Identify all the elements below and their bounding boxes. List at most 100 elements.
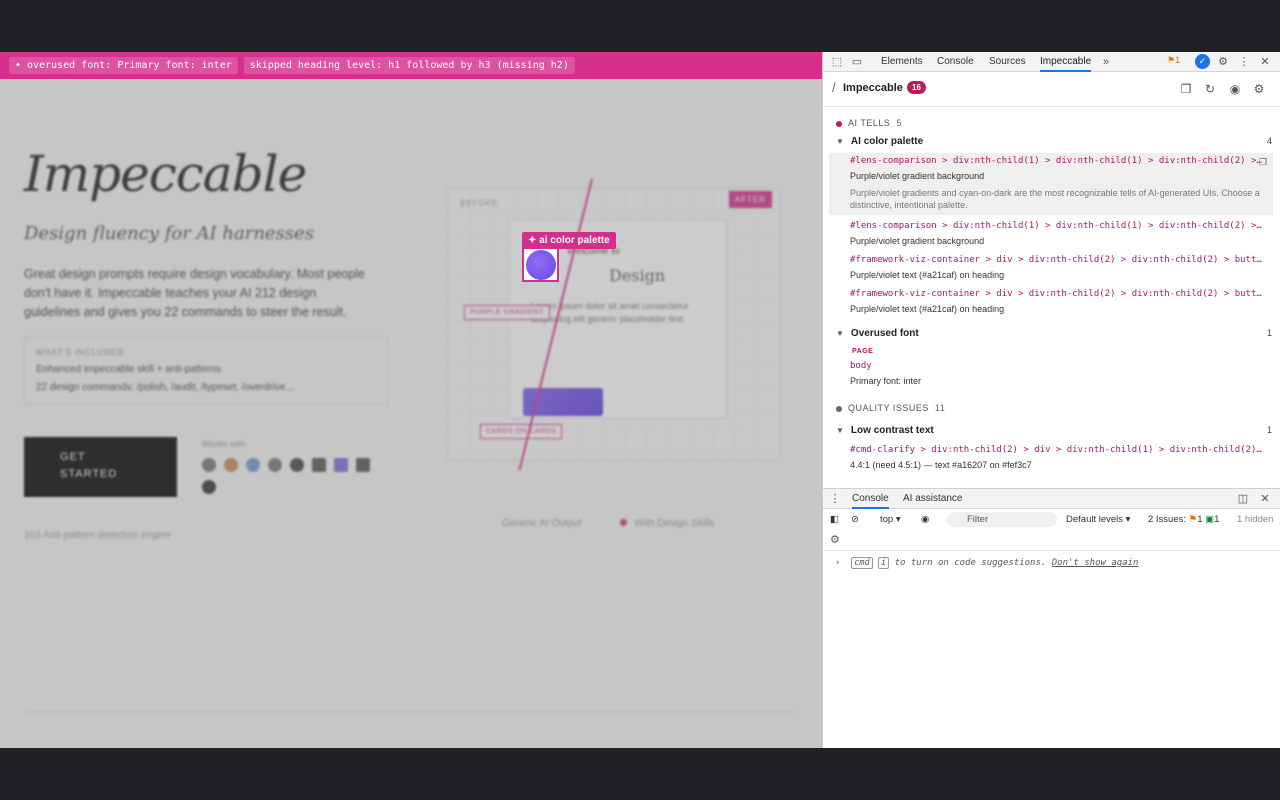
- eye-icon[interactable]: ◉: [921, 514, 929, 525]
- group-count: 4: [1266, 136, 1272, 146]
- impeccable-header: / Impeccable 16 ❐ ↻ ◉ ⚙: [823, 72, 1280, 107]
- inspected-page: • overused font: Primary font: inter ski…: [0, 52, 822, 748]
- close-icon[interactable]: ✕: [1259, 56, 1271, 68]
- finding-item[interactable]: #framework-viz-container > div > div:nth…: [829, 286, 1273, 318]
- page-scope-label: PAGE: [852, 348, 874, 355]
- section-ai-tells: AI TELLS 5: [836, 118, 902, 128]
- finding-message: Purple/violet gradient background: [850, 171, 985, 181]
- group-label: Overused font: [850, 328, 919, 339]
- devtools-tabbar: ⬚ ▭ Elements Console Sources Impeccable …: [823, 52, 1280, 72]
- inspect-element-icon[interactable]: ⬚: [831, 56, 843, 68]
- filter-input[interactable]: Filter: [947, 512, 1057, 527]
- finding-message: Purple/violet gradient background: [850, 236, 985, 246]
- finding-selector[interactable]: #framework-viz-container > div > div:nth…: [850, 255, 1264, 265]
- issues-info-count: 1: [1214, 514, 1220, 525]
- context-value: top: [880, 514, 894, 525]
- dim-overlay: [0, 79, 822, 748]
- section-label: QUALITY ISSUES: [848, 403, 929, 413]
- device-toolbar-icon[interactable]: ▭: [851, 56, 863, 68]
- finding-note: Purple/violet gradients and cyan-on-dark…: [850, 188, 1260, 210]
- group-overused-font[interactable]: ▼ Overused font 1: [836, 328, 1272, 339]
- issues-label: 2 Issues:: [1148, 514, 1187, 525]
- banner-chip-font[interactable]: • overused font: Primary font: inter: [9, 57, 238, 74]
- finding-message: Primary font: inter: [850, 376, 922, 386]
- refresh-icon[interactable]: ↻: [1203, 82, 1217, 96]
- finding-item[interactable]: #framework-viz-container > div > div:nth…: [829, 252, 1273, 284]
- clear-console-icon[interactable]: ⊘: [851, 514, 859, 525]
- chevron-right-icon: ›: [835, 558, 841, 568]
- section-label: AI TELLS: [848, 118, 891, 128]
- suggestion-text: to turn on code suggestions.: [889, 558, 1052, 568]
- tab-elements[interactable]: Elements: [881, 52, 923, 72]
- collapse-triangle-icon[interactable]: ▼: [836, 329, 844, 338]
- purple-gradient-swatch: [525, 249, 556, 280]
- banner-chip-heading[interactable]: skipped heading level: h1 followed by h3…: [243, 57, 575, 74]
- finding-item[interactable]: #lens-comparison > div:nth-child(1) > di…: [829, 218, 1273, 250]
- group-label: Low contrast text: [850, 425, 934, 436]
- code-suggestion-hint: › cmd i to turn on code suggestions. Don…: [823, 550, 1280, 570]
- issues-warn-count: 1: [1197, 514, 1203, 525]
- tab-impeccable[interactable]: Impeccable: [1040, 52, 1092, 72]
- finding-selector[interactable]: body: [850, 361, 1264, 371]
- group-count: 1: [1266, 425, 1272, 435]
- eye-icon[interactable]: ◉: [1228, 82, 1242, 96]
- finding-item[interactable]: #lens-comparison > div:nth-child(1) > di…: [829, 153, 1273, 215]
- console-drawer: ⋮ Console AI assistance ◫ ✕ ◧ ⊘ top ▾ ◉ …: [823, 488, 1280, 748]
- finding-message: Purple/violet text (#a21caf) on heading: [850, 270, 1005, 280]
- copy-icon[interactable]: ❐: [1259, 157, 1267, 168]
- more-options-icon[interactable]: ⋮: [829, 493, 841, 505]
- kbd-i: i: [878, 557, 890, 569]
- close-icon[interactable]: ✕: [1259, 493, 1271, 505]
- warn-flag-icon: ⚑: [1188, 514, 1198, 525]
- copy-icon[interactable]: ❐: [1179, 82, 1193, 96]
- tab-sources[interactable]: Sources: [989, 52, 1026, 72]
- finding-item[interactable]: #cmd-clarify > div:nth-child(2) > div > …: [829, 442, 1273, 474]
- impeccable-title: Impeccable: [843, 82, 903, 94]
- ai-assist-badge[interactable]: ✓: [1195, 54, 1210, 69]
- group-ai-color-palette[interactable]: ▼ AI color palette 4: [836, 136, 1272, 147]
- section-count: 11: [934, 403, 946, 413]
- tab-console-drawer[interactable]: Console: [852, 489, 889, 509]
- drawer-tabbar: ⋮ Console AI assistance ◫ ✕: [823, 489, 1280, 509]
- findings-panel: AI TELLS 5 ▼ AI color palette 4 #lens-comp…: [823, 108, 1280, 488]
- dock-icon[interactable]: ◫: [1237, 493, 1249, 505]
- finding-selector[interactable]: #lens-comparison > div:nth-child(1) > di…: [850, 156, 1264, 166]
- tab-console[interactable]: Console: [937, 52, 974, 72]
- section-count: 5: [896, 118, 902, 128]
- more-options-icon[interactable]: ⋮: [1238, 56, 1250, 68]
- section-dot: [836, 120, 842, 127]
- tab-ai-assistance[interactable]: AI assistance: [903, 489, 962, 509]
- context-select[interactable]: top ▾: [880, 514, 901, 525]
- issues-counter[interactable]: 2 Issues: ⚑1 ▣1: [1148, 514, 1219, 525]
- console-toolbar: ◧ ⊘ top ▾ ◉ Filter Default levels ▾ 2 Is…: [823, 509, 1280, 529]
- finding-message: Purple/violet text (#a21caf) on heading: [850, 304, 1005, 314]
- issue-total-badge: 16: [907, 81, 926, 94]
- group-label: AI color palette: [850, 136, 924, 147]
- log-levels-select[interactable]: Default levels ▾: [1066, 514, 1130, 525]
- more-tabs-icon[interactable]: »: [1100, 56, 1112, 68]
- levels-value: Default levels: [1066, 514, 1124, 525]
- info-bubble-icon: ▣: [1205, 514, 1215, 525]
- kbd-cmd: cmd: [851, 557, 873, 569]
- finding-selector[interactable]: #lens-comparison > div:nth-child(1) > di…: [850, 221, 1264, 231]
- warning-count-badge[interactable]: ⚑1: [1167, 55, 1180, 66]
- finding-selector[interactable]: #framework-viz-container > div > div:nth…: [850, 289, 1264, 299]
- browser-viewport: • overused font: Primary font: inter ski…: [0, 52, 1280, 748]
- issue-banner: • overused font: Primary font: inter ski…: [0, 52, 822, 79]
- group-low-contrast[interactable]: ▼ Low contrast text 1: [836, 425, 1272, 436]
- warning-count: 1: [1175, 55, 1181, 65]
- highlighted-element: [522, 247, 559, 282]
- settings-gear-icon[interactable]: ⚙: [1252, 82, 1266, 96]
- finding-item[interactable]: PAGE body Primary font: inter: [829, 345, 1273, 390]
- console-settings-icon[interactable]: ⚙: [830, 533, 840, 546]
- group-count: 1: [1266, 328, 1272, 338]
- sidebar-toggle-icon[interactable]: ◧: [830, 514, 839, 525]
- finding-message: 4.4:1 (need 4.5:1) — text #a16207 on #fe…: [850, 460, 1032, 470]
- settings-gear-icon[interactable]: ⚙: [1217, 56, 1229, 68]
- collapse-triangle-icon[interactable]: ▼: [836, 426, 844, 435]
- finding-selector[interactable]: #cmd-clarify > div:nth-child(2) > div > …: [850, 445, 1264, 455]
- dont-show-again-link[interactable]: Don't show again: [1052, 558, 1139, 568]
- slash-logo-icon: /: [832, 80, 836, 95]
- collapse-triangle-icon[interactable]: ▼: [836, 137, 844, 146]
- devtools: ⬚ ▭ Elements Console Sources Impeccable …: [822, 52, 1280, 748]
